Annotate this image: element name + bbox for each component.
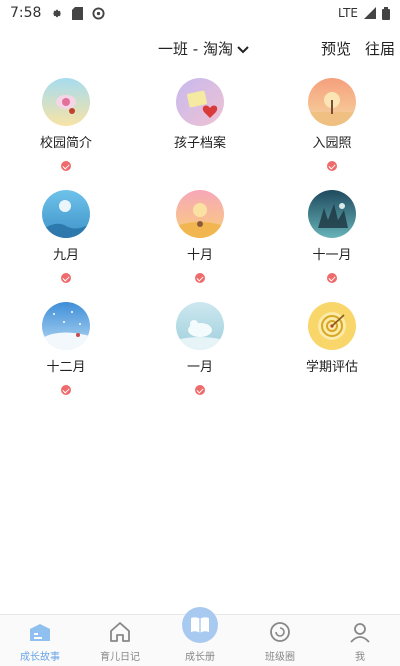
battery-icon bbox=[382, 6, 390, 20]
nav-label: 育儿日记 bbox=[100, 652, 140, 663]
grid-item-entrance-photo[interactable]: 入园照 bbox=[272, 78, 392, 171]
sd-card-icon bbox=[72, 6, 84, 20]
past-classes-button[interactable]: 往届 bbox=[365, 38, 395, 59]
nav-label: 我 bbox=[355, 652, 365, 663]
child-profile-icon bbox=[176, 78, 224, 126]
check-icon bbox=[195, 385, 205, 395]
growth-stories-icon bbox=[27, 618, 53, 646]
book-icon bbox=[182, 607, 218, 643]
nav-label: 成长册 bbox=[185, 652, 215, 663]
check-icon bbox=[61, 161, 71, 171]
home-icon bbox=[108, 618, 132, 646]
network-label: LTE bbox=[338, 6, 358, 20]
grid-item-label: 十月 bbox=[186, 248, 213, 263]
evaluation-icon bbox=[308, 302, 356, 350]
grid-item-september[interactable]: 九月 bbox=[6, 190, 126, 283]
grid-item-october[interactable]: 十月 bbox=[140, 190, 260, 283]
grid-item-evaluation[interactable]: 学期评估 bbox=[272, 302, 392, 375]
january-icon bbox=[176, 302, 224, 350]
check-icon bbox=[61, 385, 71, 395]
nav-parenting-diary[interactable]: 育儿日记 bbox=[80, 615, 160, 666]
check-icon bbox=[195, 273, 205, 283]
grid-item-label: 校园简介 bbox=[39, 136, 92, 151]
grid-item-label: 孩子档案 bbox=[173, 136, 226, 151]
grid-item-label: 入园照 bbox=[312, 136, 352, 151]
grid-item-label: 学期评估 bbox=[305, 360, 358, 375]
nav-class-circle[interactable]: 班级圈 bbox=[240, 615, 320, 666]
december-icon bbox=[42, 302, 90, 350]
october-icon bbox=[176, 190, 224, 238]
school-intro-icon bbox=[42, 78, 90, 126]
grid-item-december[interactable]: 十二月 bbox=[6, 302, 126, 395]
check-icon bbox=[327, 273, 337, 283]
grid-item-january[interactable]: 一月 bbox=[140, 302, 260, 395]
header: 一班 - 淘淘 预览 往届 bbox=[0, 36, 400, 62]
class-switcher[interactable]: 一班 - 淘淘 bbox=[158, 38, 249, 59]
settings-gear-icon bbox=[50, 7, 63, 20]
chevron-down-icon bbox=[237, 40, 249, 58]
grid-item-label: 九月 bbox=[52, 248, 79, 263]
signal-icon bbox=[364, 7, 376, 19]
entrance-photo-icon bbox=[308, 78, 356, 126]
nav-growth-stories[interactable]: 成长故事 bbox=[0, 615, 80, 666]
november-icon bbox=[308, 190, 356, 238]
status-bar: 7:58 LTE bbox=[0, 0, 400, 26]
status-time: 7:58 bbox=[10, 5, 42, 21]
nav-label: 成长故事 bbox=[20, 652, 60, 663]
grid-item-november[interactable]: 十一月 bbox=[272, 190, 392, 283]
user-icon bbox=[348, 618, 372, 646]
bottom-nav: 成长故事 育儿日记 成长册 班级圈 我 bbox=[0, 607, 400, 666]
grid-item-child-profile[interactable]: 孩子档案 bbox=[140, 78, 260, 151]
nav-label: 班级圈 bbox=[265, 652, 295, 663]
nav-me[interactable]: 我 bbox=[320, 615, 400, 666]
grid-item-label: 十一月 bbox=[312, 248, 352, 263]
september-icon bbox=[42, 190, 90, 238]
preview-button[interactable]: 预览 bbox=[321, 38, 351, 59]
check-icon bbox=[327, 161, 337, 171]
nav-growth-book[interactable]: 成长册 bbox=[160, 607, 240, 666]
grid-item-school-intro[interactable]: 校园简介 bbox=[6, 78, 126, 171]
check-icon bbox=[61, 273, 71, 283]
class-name: 一班 - 淘淘 bbox=[158, 40, 233, 58]
grid-item-label: 一月 bbox=[186, 360, 213, 375]
grid-item-label: 十二月 bbox=[46, 360, 86, 375]
sync-icon bbox=[92, 6, 105, 20]
class-circle-icon bbox=[268, 618, 292, 646]
